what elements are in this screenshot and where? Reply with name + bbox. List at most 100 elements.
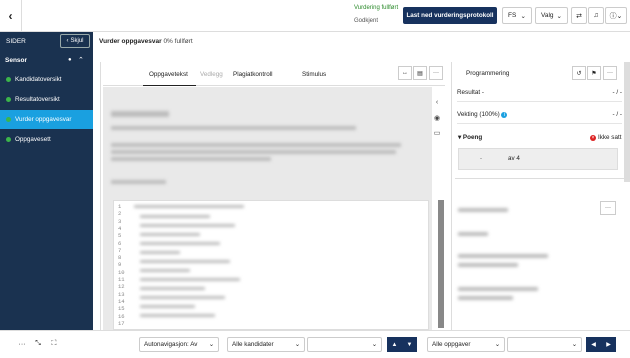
chevron-down-icon: ⌄ [520, 12, 526, 20]
download-protocol-button[interactable]: Last ned vurderingsprotokoll [403, 7, 497, 24]
line-number: 12 [118, 283, 125, 291]
blurred-text [458, 296, 513, 300]
caret-down-icon: ▾ [458, 134, 462, 141]
info-icon[interactable]: i [501, 112, 508, 118]
candidate-select[interactable]: ⌄ [307, 337, 382, 352]
tab-oppgavetekst[interactable]: Oppgavetekst [149, 71, 188, 78]
line-number: 10 [118, 268, 125, 276]
previous-task-button[interactable]: ◀ [586, 337, 601, 352]
scrollbar[interactable] [624, 62, 630, 182]
chevron-up-icon[interactable]: ⌃ [78, 56, 84, 64]
blurred-code [140, 314, 215, 317]
sidebar-item-kandidatoversikt[interactable]: Kandidatoversikt [0, 70, 93, 89]
score-input[interactable]: - [461, 151, 501, 167]
line-number: 9 [118, 261, 122, 269]
active-tab-indicator [143, 85, 196, 86]
status-dot-icon [6, 117, 11, 122]
document-icon[interactable]: ▤ [413, 66, 427, 80]
line-number: 5 [118, 232, 122, 240]
line-number: 8 [118, 254, 122, 262]
task-select[interactable]: ⌄ [507, 337, 582, 352]
chevron-right-icon: ▶ [606, 342, 611, 348]
flag-icon[interactable]: ⚑ [587, 66, 601, 80]
chevron-left-icon: ◀ [591, 342, 596, 348]
status-dot-icon [6, 137, 11, 142]
assessment-status: Vurdering fullført [354, 5, 399, 11]
chevron-down-icon: ⌄ [294, 341, 300, 348]
blurred-text [111, 157, 271, 161]
status-dot-icon [6, 77, 11, 82]
close-circle-icon: × [590, 134, 596, 141]
line-number: 3 [118, 217, 122, 225]
blurred-code [140, 224, 235, 227]
back-button[interactable]: ‹ [0, 0, 22, 32]
next-task-button[interactable]: ▶ [601, 337, 616, 352]
more-icon[interactable]: ··· [600, 201, 616, 215]
sidebar-section-sensor: Sensor [5, 57, 28, 64]
question-type: Programmering [466, 70, 510, 77]
candidates-select[interactable]: Alle kandidater ⌄ [227, 337, 305, 352]
more-icon[interactable]: ··· [14, 337, 30, 351]
chevron-down-icon: ⌄ [371, 341, 377, 348]
swap-icon[interactable]: ⇄ [571, 7, 587, 24]
info-menu-icon[interactable]: ⓘ⌄ [605, 7, 627, 24]
sidebar-item-resultatoversikt[interactable]: Resultatoversikt [0, 90, 93, 109]
tab-plagiatkontroll[interactable]: Plagiatkontroll [233, 71, 273, 78]
code-editor[interactable] [113, 200, 429, 330]
blurred-text [458, 263, 518, 267]
more-icon[interactable]: ··· [429, 66, 443, 80]
hide-sidebar-button[interactable]: ‹ Skjul [60, 34, 90, 48]
line-number: 15 [118, 305, 125, 313]
line-number: 11 [118, 276, 125, 283]
points-label[interactable]: ▾ Poeng [458, 134, 482, 141]
bell-icon[interactable]: ♫ [588, 7, 604, 24]
chevron-down-icon: ⌄ [556, 12, 562, 20]
fullscreen-icon[interactable]: ⛶ [46, 337, 62, 351]
sidebar-title: SIDER [6, 38, 26, 45]
tab-vedlegg[interactable]: Vedlegg [200, 71, 223, 78]
note-icon[interactable]: ▭ [432, 128, 442, 138]
status-dot-icon [6, 97, 11, 102]
blurred-text [458, 287, 538, 291]
blurred-code [140, 215, 210, 218]
blurred-text [111, 143, 401, 147]
blurred-text [458, 254, 548, 258]
blurred-code [140, 242, 220, 245]
line-number: 14 [118, 297, 125, 305]
options-menu[interactable]: Valg ⌄ [535, 7, 568, 24]
tab-stimulus[interactable]: Stimulus [302, 71, 326, 78]
blurred-code [140, 278, 240, 281]
sidebar-item-oppgavesett[interactable]: Oppgavesett [0, 130, 93, 149]
collapse-icon[interactable]: ⤡ [30, 337, 46, 351]
scrollbar[interactable] [438, 200, 444, 328]
line-number: 17 [118, 319, 125, 327]
eye-icon[interactable]: ◉ [432, 113, 442, 123]
sidebar-item-vurder-oppgavesvar[interactable]: Vurder oppgavesvar [0, 110, 93, 129]
undo-icon[interactable]: ↺ [572, 66, 586, 80]
line-number: 1 [118, 203, 122, 210]
blurred-code [140, 296, 225, 299]
blurred-code [140, 233, 200, 236]
score-max: av 4 [508, 155, 520, 162]
user-menu[interactable]: FS ⌄ [502, 7, 532, 24]
chevron-left-icon: ‹ [66, 38, 69, 44]
line-number: 7 [118, 246, 122, 254]
blurred-code [140, 287, 205, 290]
previous-candidate-button[interactable]: ▲ [387, 337, 402, 352]
expand-horizontal-icon[interactable]: ↔ [398, 66, 412, 80]
blurred-code [140, 269, 190, 272]
autonavigation-select[interactable]: Autonavigasjon: Av ⌄ [139, 337, 219, 352]
line-number: 16 [118, 312, 125, 320]
weight-row: Vekting (100%) i- / - [457, 106, 622, 124]
next-candidate-button[interactable]: ▼ [402, 337, 417, 352]
line-number: 13 [118, 290, 125, 298]
blurred-text [111, 150, 396, 154]
line-number: 4 [118, 224, 122, 232]
more-icon[interactable]: ··· [603, 66, 617, 80]
page-title: Vurder oppgavesvar 0% fullført [99, 38, 193, 45]
result-row: Resultat -- / - [457, 84, 622, 102]
tasks-select[interactable]: Alle oppgaver ⌄ [427, 337, 505, 352]
info-icon[interactable]: ● [68, 57, 72, 63]
line-number: 2 [118, 210, 122, 218]
chevron-left-icon[interactable]: ‹ [432, 97, 442, 107]
